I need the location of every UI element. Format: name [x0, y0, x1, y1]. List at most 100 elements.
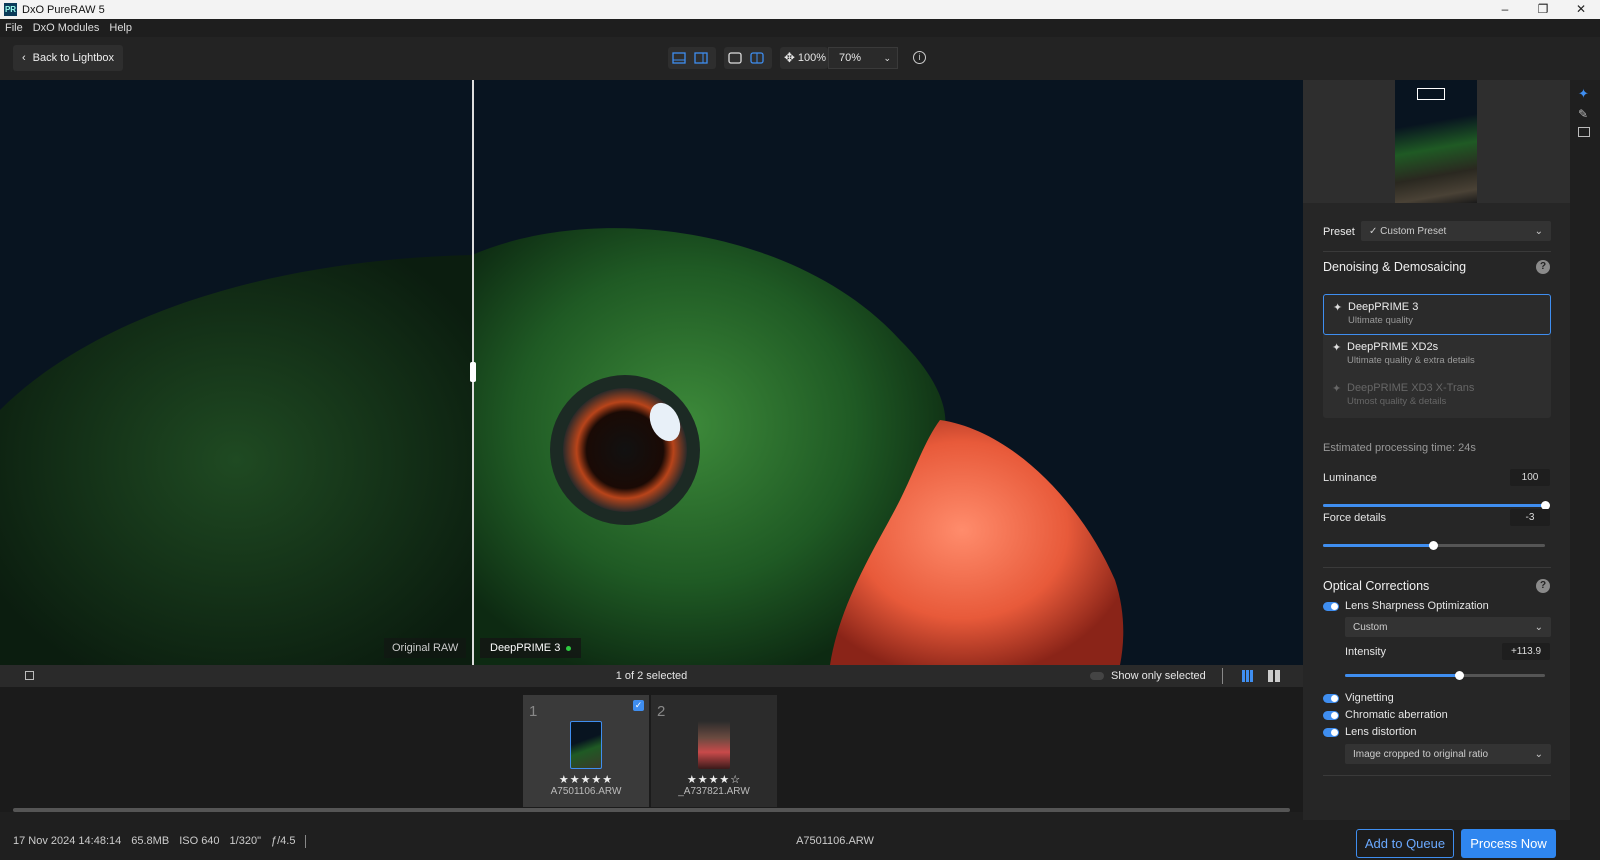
thumb-image-portrait [698, 721, 730, 769]
brush-tool-icon[interactable]: ✎ [1578, 107, 1588, 121]
slider-knob[interactable] [1455, 671, 1464, 680]
thumbnail-2[interactable]: 2 ★★★★☆ _A737821.ARW [651, 695, 777, 807]
maximize-button[interactable]: ❐ [1524, 0, 1562, 19]
slider-knob[interactable] [1428, 541, 1438, 550]
option-deepprime-3[interactable]: ✦ DeepPRIME 3 Ultimate quality [1323, 294, 1551, 335]
status-bar: 17 Nov 2024 14:48:14 65.8MB ISO 640 1/32… [0, 820, 1600, 860]
zoom-group: ✥ 100% [780, 47, 828, 69]
menu-help[interactable]: Help [104, 22, 137, 34]
slider-fill [1323, 544, 1433, 547]
option-subtitle: Utmost quality & details [1347, 396, 1447, 407]
processed-label-text: DeepPRIME 3 [490, 642, 561, 654]
title-bar: PR DxO PureRAW 5 – ❐ ✕ [0, 0, 1600, 19]
preset-dropdown[interactable]: ✓ Custom Preset ⌄ [1361, 221, 1551, 241]
thumb-number: 1 [529, 703, 538, 720]
chromatic-aberration-label: Chromatic aberration [1345, 709, 1448, 721]
single-view-icon[interactable] [724, 47, 746, 69]
show-only-selected-toggle[interactable] [1090, 672, 1104, 680]
preset-dropdown-value-wrap: ✓ Custom Preset [1369, 226, 1446, 237]
vignetting-toggle[interactable] [1323, 694, 1339, 703]
minimize-button[interactable]: – [1486, 0, 1524, 19]
image-viewer[interactable]: Original RAW DeepPRIME 3 [0, 80, 1303, 665]
original-raw-label: Original RAW [384, 638, 467, 658]
filmstrip-scrollbar[interactable] [13, 808, 1290, 812]
denoise-header: Denoising & Demosaicing ? [1323, 260, 1550, 276]
layout-panel-icon[interactable] [690, 47, 712, 69]
lens-sharpness-mode: Custom [1353, 621, 1388, 633]
intensity-value[interactable]: +113.9 [1502, 643, 1550, 660]
split-handle[interactable] [470, 362, 476, 382]
option-title: DeepPRIME XD2s [1347, 341, 1439, 353]
chevron-down-icon: ⌄ [1534, 748, 1543, 760]
help-icon[interactable]: ? [1536, 579, 1550, 593]
divider [1323, 567, 1551, 568]
settings-panel: Preset ✓ Custom Preset ⌄ Denoising & Dem… [1303, 80, 1570, 820]
grid-large-icon[interactable] [1268, 670, 1280, 682]
denoise-title: Denoising & Demosaicing [1323, 260, 1467, 274]
status-dot-icon [566, 645, 572, 651]
denoise-tool-icon[interactable]: ✦ [1578, 86, 1589, 102]
thumb-filename: _A737821.ARW [678, 786, 750, 797]
luminance-slider[interactable] [1323, 501, 1550, 510]
estimated-time: Estimated processing time: 24s [1323, 442, 1476, 454]
chromatic-aberration-toggle[interactable] [1323, 711, 1339, 720]
show-only-selected-label: Show only selected [1111, 670, 1206, 682]
image-tool-icon[interactable] [1578, 127, 1590, 137]
force-details-value[interactable]: -3 [1510, 509, 1550, 526]
move-icon[interactable]: ✥ [784, 50, 795, 66]
option-deepprime-xd2s[interactable]: ✦ DeepPRIME XD2s Ultimate quality & extr… [1323, 335, 1551, 376]
option-title: DeepPRIME 3 [1348, 301, 1419, 313]
close-button[interactable]: ✕ [1562, 0, 1600, 19]
optical-title: Optical Corrections [1323, 579, 1430, 593]
thumbnail-1[interactable]: 1 ✓ ★★★★★ A7501106.ARW [523, 695, 649, 807]
lens-distortion-toggle[interactable] [1323, 728, 1339, 737]
luminance-label: Luminance [1323, 472, 1377, 484]
compare-mode-group [724, 47, 772, 69]
tool-rail: ✦ ✎ [1570, 80, 1600, 820]
chevron-left-icon: ‹ [22, 52, 26, 64]
lens-sharpness-mode-dropdown[interactable]: Custom ⌄ [1345, 617, 1551, 637]
info-icon[interactable]: i [913, 51, 926, 64]
window-controls: – ❐ ✕ [1486, 0, 1600, 19]
option-deepprime-xd3-xtrans[interactable]: ✦ DeepPRIME XD3 X-Trans Utmost quality &… [1323, 376, 1551, 417]
luminance-row: Luminance 100 [1323, 469, 1550, 486]
preset-label: Preset [1323, 226, 1355, 238]
add-to-queue-button[interactable]: Add to Queue [1356, 829, 1454, 858]
preset-value: Custom Preset [1380, 225, 1447, 237]
slider-fill [1323, 504, 1545, 507]
sparkle-icon: ✦ [1332, 342, 1342, 354]
thumb-image-parrot [570, 721, 602, 769]
star-rating[interactable]: ★★★★★ [523, 773, 649, 786]
lens-distortion-mode-dropdown[interactable]: Image cropped to original ratio ⌄ [1345, 744, 1551, 764]
sparkle-icon: ✦ [1333, 302, 1343, 314]
navigator-viewport-box[interactable] [1417, 88, 1445, 100]
chevron-down-icon: ⌄ [1534, 621, 1543, 633]
intensity-slider[interactable] [1345, 671, 1545, 680]
layout-filmstrip-icon[interactable] [668, 47, 690, 69]
checkbox-checked-icon[interactable]: ✓ [633, 700, 644, 711]
divider [1323, 775, 1551, 776]
selection-count: 1 of 2 selected [615, 670, 688, 682]
menu-file[interactable]: File [0, 22, 28, 34]
processed-label: DeepPRIME 3 [480, 638, 582, 658]
force-details-slider[interactable] [1323, 541, 1545, 550]
denoise-options: ✦ DeepPRIME 3 Ultimate quality ✦ DeepPRI… [1323, 294, 1551, 418]
lens-distortion-mode: Image cropped to original ratio [1353, 748, 1489, 760]
optical-header: Optical Corrections ? [1323, 579, 1550, 595]
parrot-photo [0, 80, 1303, 665]
split-view-icon[interactable] [746, 47, 768, 69]
lens-sharpness-toggle[interactable] [1323, 602, 1339, 611]
zoom-100-button[interactable]: 100% [798, 52, 826, 64]
luminance-value[interactable]: 100 [1510, 469, 1550, 486]
chevron-down-icon: ⌄ [1534, 225, 1543, 237]
back-to-lightbox-button[interactable]: ‹ Back to Lightbox [13, 45, 124, 71]
zoom-dropdown[interactable]: 70% ⌄ [828, 47, 898, 69]
navigator-preview[interactable] [1303, 80, 1570, 203]
menu-dxo-modules[interactable]: DxO Modules [28, 22, 105, 34]
star-rating[interactable]: ★★★★☆ [651, 773, 777, 786]
grid-small-icon[interactable] [1242, 670, 1254, 682]
divider [1323, 251, 1551, 252]
process-now-button[interactable]: Process Now [1461, 829, 1556, 858]
help-icon[interactable]: ? [1536, 260, 1550, 274]
force-details-label: Force details [1323, 512, 1386, 524]
